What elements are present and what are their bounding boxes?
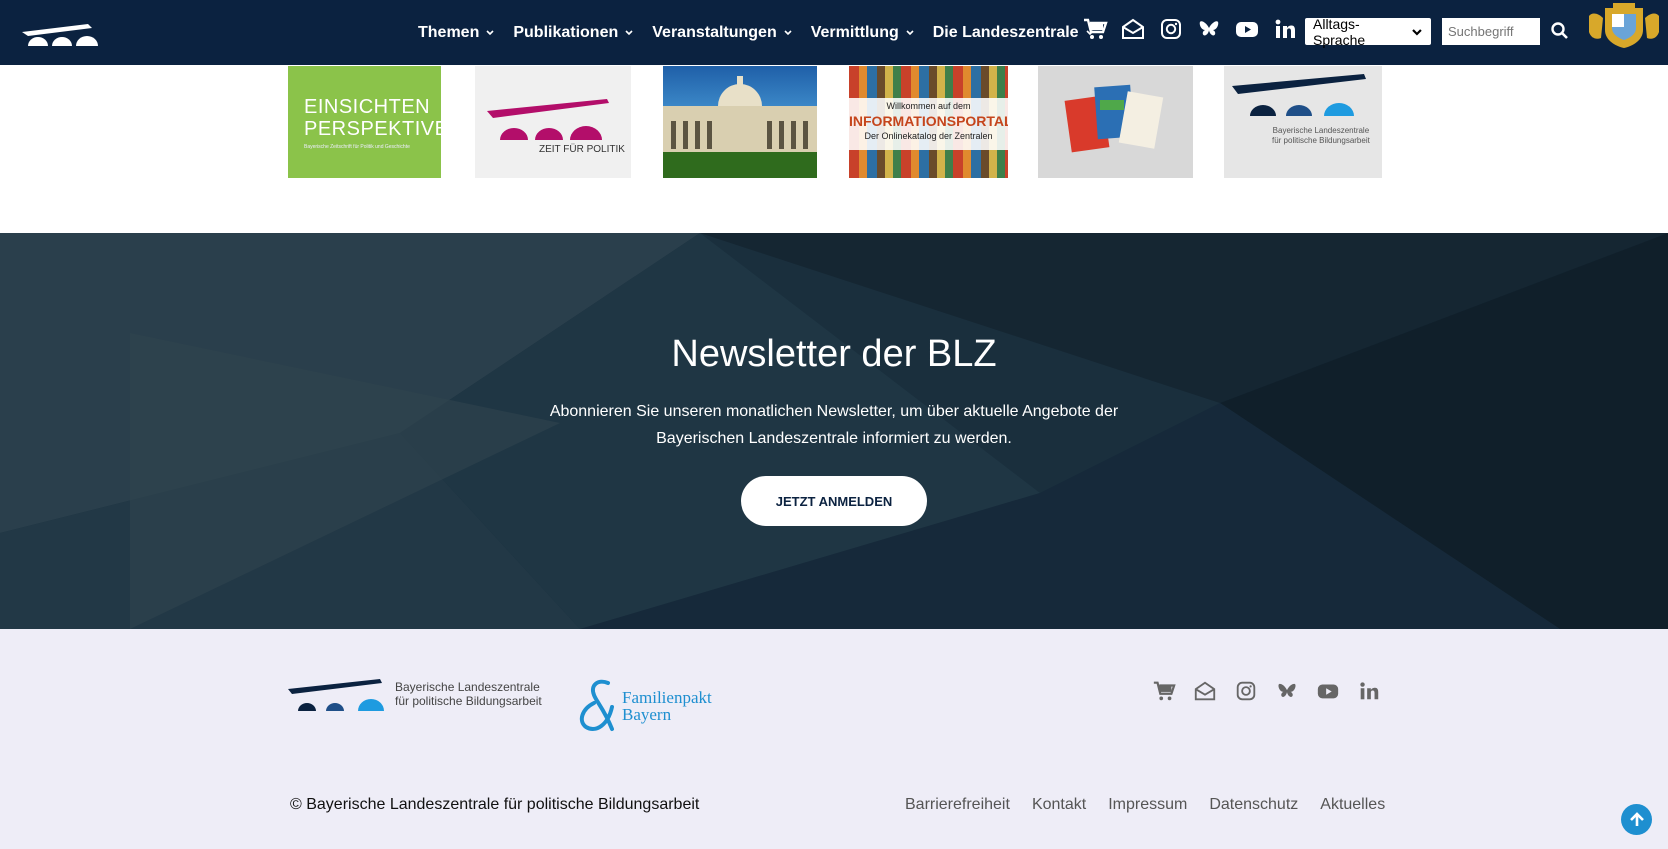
footer-links: Barrierefreiheit Kontakt Impressum Daten… (905, 796, 1385, 814)
blz-logo[interactable] (20, 20, 100, 48)
chevron-down-icon (784, 29, 792, 35)
blz-logo-dark (1232, 74, 1366, 116)
footer-link-barrierefreiheit[interactable]: Barrierefreiheit (905, 796, 1010, 814)
linkedin-icon[interactable] (1357, 679, 1381, 703)
chevron-down-icon (625, 29, 633, 35)
nav-themen[interactable]: Themen (418, 24, 495, 42)
site-header: Themen Publikationen Veranstaltungen Ver… (0, 0, 1668, 65)
subscribe-button[interactable]: JETZT ANMELDEN (741, 476, 927, 526)
chevron-down-icon (1412, 28, 1422, 36)
portal-banner: Willkommen auf dem INFORMATIONSPORTAL De… (849, 98, 1008, 150)
newsletter-section: Newsletter der BLZ Abonnieren Sie unsere… (0, 233, 1668, 629)
tile-publications[interactable] (1038, 66, 1193, 178)
ampersand-icon (579, 679, 614, 731)
tile-informationsportal[interactable]: Willkommen auf dem INFORMATIONSPORTAL De… (849, 66, 1008, 178)
youtube-icon[interactable] (1316, 679, 1340, 703)
chevron-down-icon (906, 29, 914, 35)
footer-blz-logo[interactable]: Bayerische Landeszentrale für politische … (288, 677, 542, 718)
nav-publikationen[interactable]: Publikationen (513, 24, 634, 42)
footer-social-icons (1152, 679, 1381, 703)
tile-label: Bayerische Landeszentrale für politische … (1272, 126, 1370, 145)
site-footer: Bayerische Landeszentrale für politische … (0, 629, 1668, 849)
linkedin-icon[interactable] (1272, 16, 1298, 42)
youtube-icon[interactable] (1234, 16, 1260, 42)
tile-zeit-fuer-politik[interactable]: ZEIT FÜR POLITIK (475, 66, 631, 178)
blz-logo-mark (288, 679, 384, 711)
search-input[interactable] (1442, 18, 1540, 45)
search-icon[interactable] (1550, 21, 1570, 41)
footer-link-impressum[interactable]: Impressum (1108, 796, 1187, 814)
footer-link-kontakt[interactable]: Kontakt (1032, 796, 1086, 814)
familienpakt-text: Familienpakt Bayern (622, 688, 712, 724)
footer-link-aktuelles[interactable]: Aktuelles (1320, 796, 1385, 814)
books-image (1064, 84, 1164, 153)
copyright-text: © Bayerische Landeszentrale für politisc… (290, 796, 700, 813)
footer-logo-text: Bayerische Landeszentrale für politische … (395, 680, 542, 708)
cart-icon[interactable] (1082, 16, 1108, 42)
cart-icon[interactable] (1152, 679, 1176, 703)
tile-title: EINSICHTENPERSPEKTIVEN (304, 96, 441, 140)
newsletter-mail-icon[interactable] (1120, 16, 1146, 42)
footer-link-datenschutz[interactable]: Datenschutz (1209, 796, 1298, 814)
bluesky-icon[interactable] (1275, 679, 1299, 703)
bavarian-coat-of-arms-icon[interactable] (1585, 2, 1663, 50)
tile-building-photo[interactable] (663, 66, 817, 178)
tile-blz[interactable]: Bayerische Landeszentrale für politische … (1224, 66, 1382, 178)
back-to-top-button[interactable] (1621, 804, 1652, 835)
newsletter-title: Newsletter der BLZ (671, 333, 997, 375)
nav-vermittlung[interactable]: Vermittlung (811, 24, 915, 42)
nav-die-landeszentrale[interactable]: Die Landeszentrale (933, 24, 1095, 42)
language-select[interactable]: Alltags-Sprache (1305, 16, 1431, 48)
tile-subtitle: Bayerische Zeitschrift für Politik und G… (304, 144, 410, 150)
header-social-icons (1082, 16, 1298, 42)
main-nav: Themen Publikationen Veranstaltungen Ver… (418, 0, 1113, 65)
newsletter-mail-icon[interactable] (1193, 679, 1217, 703)
tile-label: ZEIT FÜR POLITIK (539, 144, 625, 155)
zeit-fuer-politik-logo (487, 99, 609, 140)
tile-einsichten-perspektiven[interactable]: EINSICHTENPERSPEKTIVEN Bayerische Zeitsc… (288, 66, 441, 178)
bluesky-icon[interactable] (1196, 16, 1222, 42)
familienpakt-logo[interactable]: Familienpakt Bayern (578, 679, 712, 738)
chevron-down-icon (486, 29, 494, 35)
instagram-icon[interactable] (1158, 16, 1184, 42)
newsletter-text: Abonnieren Sie unseren monatlichen Newsl… (549, 403, 1119, 447)
arrow-up-icon (1629, 811, 1644, 826)
nav-veranstaltungen[interactable]: Veranstaltungen (652, 24, 792, 42)
building-photo (663, 76, 817, 178)
instagram-icon[interactable] (1234, 679, 1258, 703)
